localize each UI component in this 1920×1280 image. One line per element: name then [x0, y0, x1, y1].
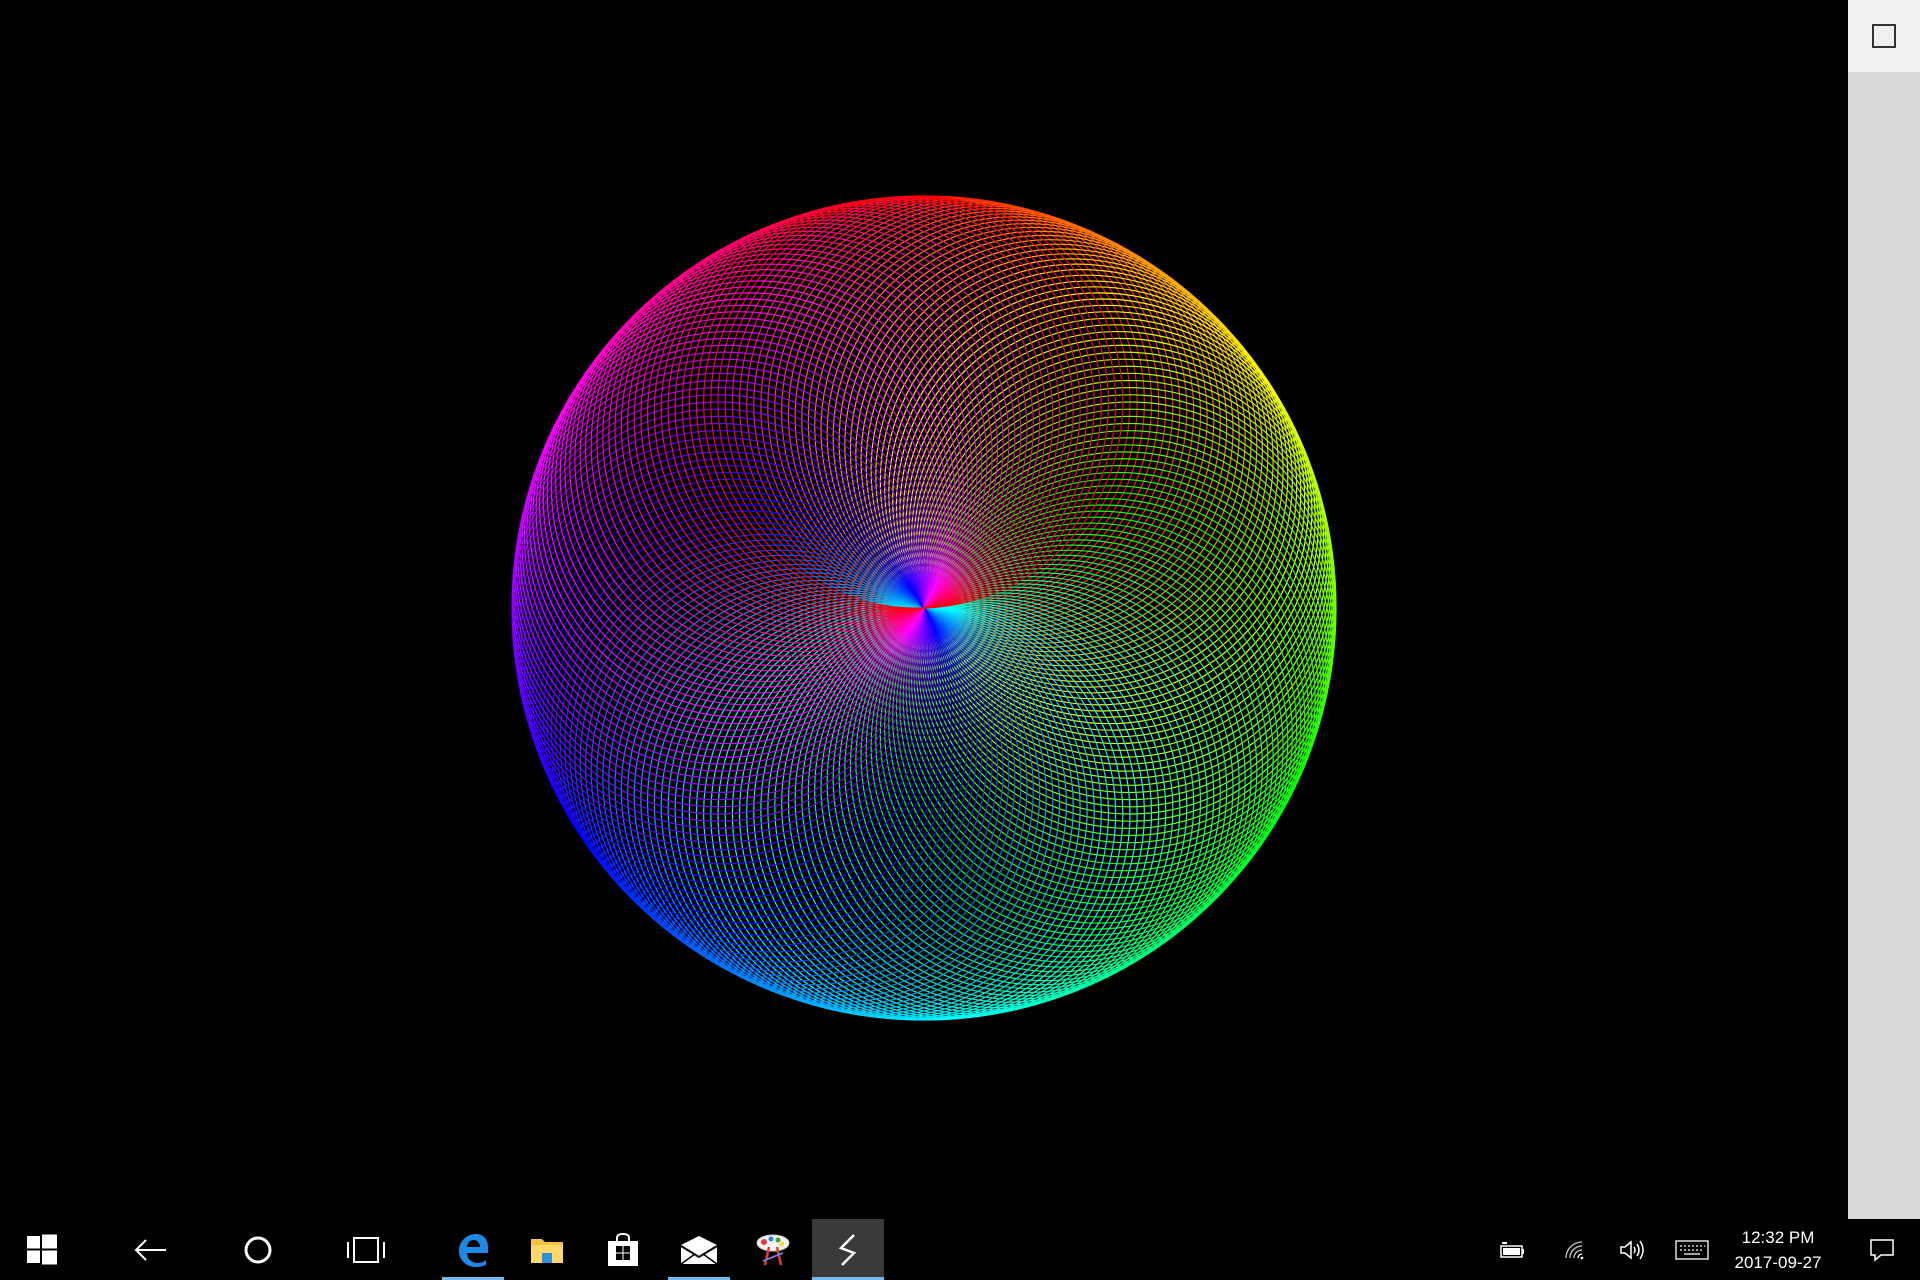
rainbow-spirograph-figure [511, 195, 1337, 1021]
folder-icon [531, 1238, 563, 1263]
side-panel [1848, 0, 1920, 1219]
cortana-button[interactable] [218, 1219, 298, 1280]
taskbar-app-paint[interactable] [742, 1219, 804, 1280]
clock-date: 2017-09-27 [1734, 1252, 1822, 1272]
wifi-icon [1565, 1240, 1584, 1259]
tray-touch-keyboard[interactable] [1672, 1219, 1712, 1280]
maximize-button[interactable] [1848, 0, 1920, 72]
app-canvas[interactable] [0, 0, 1848, 1219]
store-bag-icon [608, 1232, 638, 1266]
desktop: 12:32 PM 2017-09-27 [0, 0, 1920, 1280]
action-center-button[interactable] [1852, 1219, 1912, 1280]
action-center-icon [1870, 1238, 1894, 1262]
tray-volume[interactable] [1616, 1219, 1648, 1280]
back-arrow-icon [134, 1238, 166, 1261]
mail-icon [680, 1235, 718, 1265]
taskbar-app-edge[interactable] [442, 1219, 504, 1280]
taskbar-app-mail[interactable] [668, 1219, 730, 1280]
maximize-icon [1872, 24, 1896, 48]
task-view-button[interactable] [324, 1219, 408, 1280]
clock-time: 12:32 PM [1741, 1227, 1815, 1247]
start-button[interactable] [0, 1219, 84, 1280]
lightning-app-icon [838, 1233, 857, 1266]
windows-logo-icon [27, 1234, 57, 1264]
volume-icon [1620, 1239, 1644, 1260]
edge-icon [459, 1233, 488, 1267]
taskbar-app-file-explorer[interactable] [516, 1219, 578, 1280]
task-view-icon [347, 1236, 385, 1263]
battery-icon [1500, 1241, 1524, 1258]
tray-battery[interactable] [1496, 1219, 1528, 1280]
taskbar: 12:32 PM 2017-09-27 [0, 1219, 1920, 1280]
taskbar-app-store[interactable] [592, 1219, 654, 1280]
taskbar-app-current[interactable] [812, 1219, 884, 1280]
taskbar-clock[interactable]: 12:32 PM 2017-09-27 [1718, 1219, 1838, 1280]
back-button[interactable] [110, 1219, 190, 1280]
tray-network[interactable] [1558, 1219, 1590, 1280]
paint-palette-icon [756, 1234, 790, 1265]
touch-keyboard-icon [1675, 1239, 1709, 1260]
cortana-circle-icon [244, 1236, 272, 1263]
